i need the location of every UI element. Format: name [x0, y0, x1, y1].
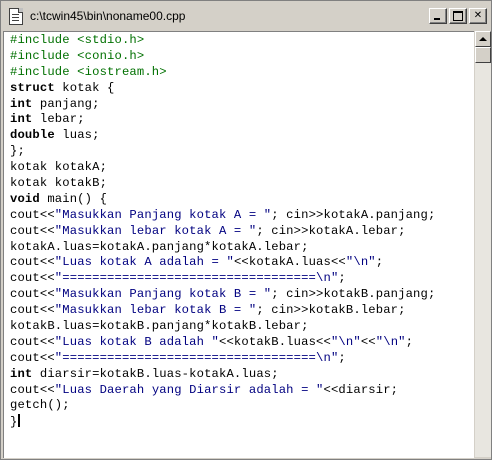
code-token: "==================================\n" — [54, 350, 339, 365]
close-icon: ✕ — [473, 9, 483, 21]
code-line: #include <stdio.h> — [10, 33, 435, 49]
code-token: struct — [10, 80, 55, 95]
code-line: cout<<"Luas kotak B adalah "<<kotakB.lua… — [10, 335, 435, 351]
code-token: ; — [375, 255, 384, 270]
code-line: cout<<"Masukkan lebar kotak A = "; cin>>… — [10, 224, 435, 240]
code-line: cout<<"Luas Daerah yang Diarsir adalah =… — [10, 383, 435, 399]
code-token: cout<< — [10, 287, 55, 302]
code-line: cout<<"Masukkan Panjang kotak A = "; cin… — [10, 208, 435, 224]
editor-window: c:\tcwin45\bin\noname00.cpp ✕ #include <… — [0, 0, 492, 460]
code-token: "Masukkan Panjang kotak B = " — [54, 287, 272, 302]
code-token: ; — [405, 334, 414, 349]
code-token: "Masukkan Panjang kotak A = " — [54, 207, 272, 222]
code-area[interactable]: #include <stdio.h> #include <conio.h> #inc… — [10, 33, 435, 430]
minimize-button[interactable] — [429, 7, 447, 24]
code-token: cout<< — [10, 271, 55, 286]
code-token: #include <stdio.h> — [10, 33, 145, 47]
code-token: #include <conio.h> — [10, 48, 145, 63]
code-token: ; — [338, 271, 346, 286]
code-line: kotakA.luas=kotakA.panjang*kotakA.lebar; — [10, 240, 435, 256]
code-token: void — [10, 191, 40, 206]
code-line: int panjang; — [10, 97, 435, 113]
code-token: "==================================\n" — [54, 271, 339, 286]
code-line: struct kotak { — [10, 81, 435, 97]
code-line: }; — [10, 144, 435, 160]
code-token: kotakA.luas=kotakA.panjang*kotakA.lebar; — [10, 239, 309, 254]
code-token: <<kotakB.luas<< — [219, 334, 331, 349]
code-token: cout<< — [10, 223, 55, 238]
code-token: "\n" — [345, 255, 376, 270]
code-line: int diarsir=kotakB.luas-kotakA.luas; — [10, 367, 435, 383]
code-token: ; cin>>kotakA.panjang; — [271, 207, 436, 222]
code-token: luas; — [54, 128, 100, 143]
code-token: main() { — [39, 191, 108, 206]
code-line: getch(); — [10, 398, 435, 414]
scroll-thumb[interactable] — [475, 47, 491, 63]
code-line: cout<<"=================================… — [10, 271, 435, 287]
code-token: "Masukkan lebar kotak B = " — [54, 303, 257, 318]
text-cursor — [18, 414, 21, 428]
code-token: }; — [10, 144, 25, 159]
code-token: double — [10, 128, 55, 143]
code-token: <<diarsir; — [323, 382, 399, 397]
code-line: #include <conio.h> — [10, 49, 435, 65]
arrow-up-icon — [479, 37, 487, 41]
code-token: cout<< — [10, 255, 55, 270]
code-token: ; cin>>kotakB.panjang; — [271, 287, 436, 302]
code-token: ; cin>>kotakB.lebar; — [256, 303, 406, 318]
code-token: int — [10, 112, 33, 127]
code-token: } — [10, 415, 18, 430]
code-line: cout<<"Masukkan Panjang kotak B = "; cin… — [10, 287, 435, 303]
vertical-scrollbar[interactable] — [475, 31, 491, 457]
code-line: } — [10, 414, 435, 430]
code-line: cout<<"Luas kotak A adalah = "<<kotakA.l… — [10, 255, 435, 271]
title-bar[interactable]: c:\tcwin45\bin\noname00.cpp ✕ — [2, 2, 490, 29]
code-token: "Luas kotak A adalah = " — [54, 255, 234, 270]
code-editor[interactable]: #include <stdio.h> #include <conio.h> #inc… — [3, 31, 474, 458]
code-token: cout<< — [10, 382, 55, 397]
code-token: diarsir=kotakB.luas-kotakA.luas; — [32, 366, 279, 381]
code-token: "Masukkan lebar kotak A = " — [54, 223, 257, 238]
code-token: cout<< — [10, 334, 55, 349]
document-icon — [8, 7, 24, 25]
code-token: ; — [338, 350, 346, 365]
code-line: kotak kotakA; — [10, 160, 435, 176]
code-token: #include <iostream.h> — [10, 64, 167, 79]
code-token: getch(); — [10, 398, 70, 413]
code-token: int — [10, 366, 33, 381]
code-line: int lebar; — [10, 112, 435, 128]
maximize-button[interactable] — [449, 7, 467, 24]
scroll-up-button[interactable] — [475, 31, 491, 47]
code-token: <<kotakA.luas<< — [233, 255, 346, 270]
code-token: kotak { — [54, 80, 115, 95]
code-token: kotakB.luas=kotakB.panjang*kotakB.lebar; — [10, 319, 309, 334]
code-line: kotakB.luas=kotakB.panjang*kotakB.lebar; — [10, 319, 435, 335]
code-token: kotak kotakA; — [10, 160, 108, 175]
code-token: cout<< — [10, 303, 55, 318]
code-line: #include <iostream.h> — [10, 65, 435, 81]
code-line: kotak kotakB; — [10, 176, 435, 192]
window-title: c:\tcwin45\bin\noname00.cpp — [30, 8, 186, 23]
maximize-icon — [453, 10, 463, 21]
code-token: ; cin>>kotakA.lebar; — [256, 223, 406, 238]
code-token: "Luas kotak B adalah " — [54, 334, 219, 349]
code-token: "Luas Daerah yang Diarsir adalah = " — [54, 382, 324, 397]
code-token: int — [10, 96, 33, 111]
code-token: cout<< — [10, 350, 55, 365]
code-line: double luas; — [10, 128, 435, 144]
code-token: panjang; — [32, 96, 100, 111]
code-token: lebar; — [32, 112, 85, 127]
window-controls: ✕ — [429, 7, 487, 24]
code-line: cout<<"=================================… — [10, 351, 435, 367]
code-token: << — [360, 334, 376, 349]
code-token: "\n" — [375, 334, 406, 349]
close-button[interactable]: ✕ — [469, 7, 487, 24]
code-token: kotak kotakB; — [10, 176, 108, 191]
code-token: cout<< — [10, 207, 55, 222]
code-line: void main() { — [10, 192, 435, 208]
code-token: "\n" — [330, 334, 361, 349]
code-line: cout<<"Masukkan lebar kotak B = "; cin>>… — [10, 303, 435, 319]
minimize-icon — [434, 17, 440, 20]
